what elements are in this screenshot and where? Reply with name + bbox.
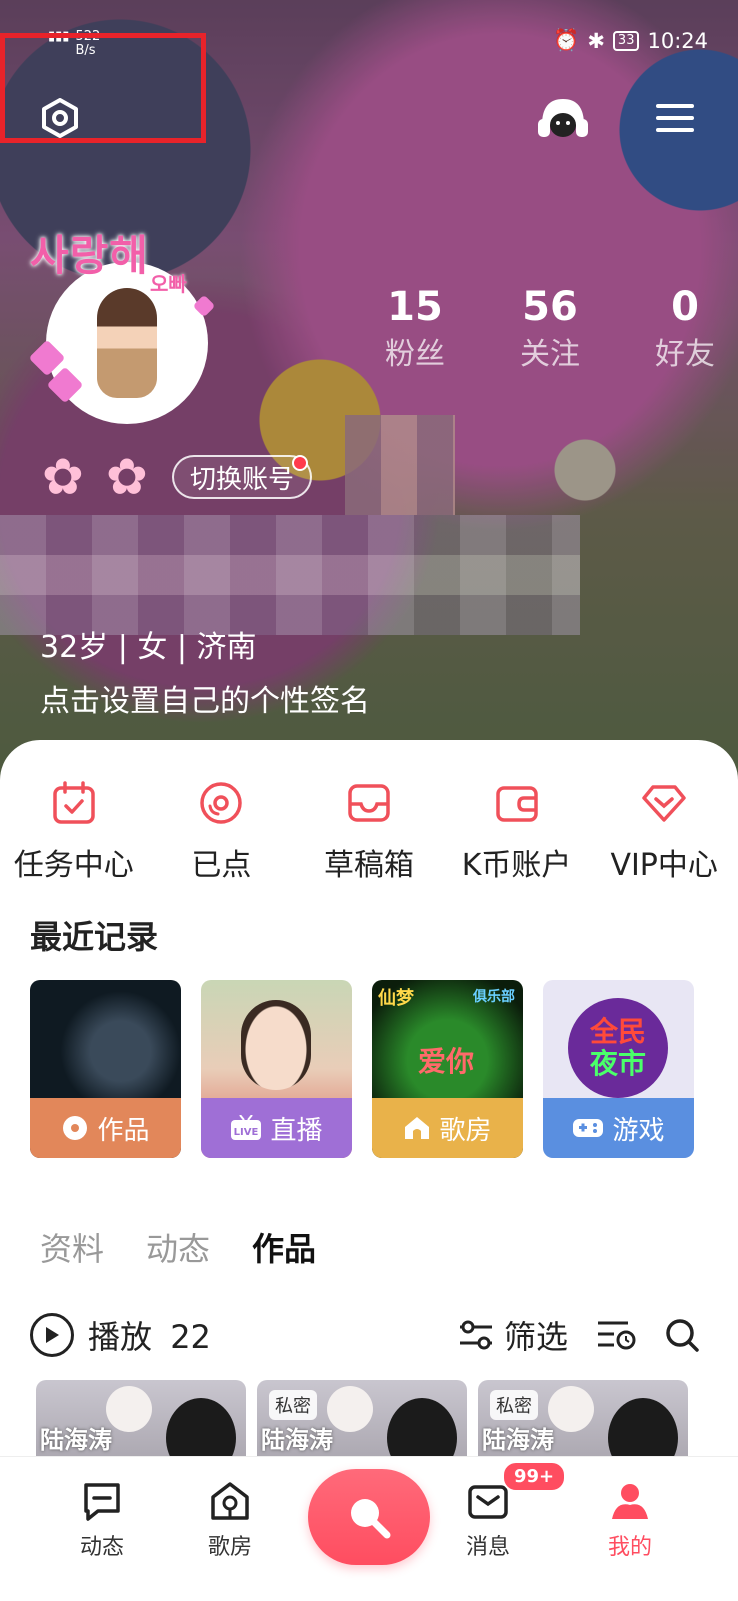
disc-icon <box>63 1116 88 1140</box>
status-bar-right: ⏰ ✱ 33 10:24 <box>553 28 708 53</box>
play-all-label[interactable]: 播放 22 <box>88 1312 211 1358</box>
nav-messages[interactable]: 消息 <box>466 1479 510 1561</box>
blurred-region <box>345 415 455 515</box>
notification-dot <box>292 455 308 471</box>
settings-icon[interactable] <box>40 98 80 138</box>
quick-task-center[interactable]: 任务中心 <box>4 780 144 884</box>
quick-played[interactable]: 已点 <box>151 780 291 884</box>
quick-vip-center[interactable]: VIP中心 <box>594 780 734 884</box>
inbox-icon <box>348 784 390 822</box>
quick-kcoin-account[interactable]: K币账户 <box>447 780 587 884</box>
search-icon[interactable] <box>664 1317 700 1353</box>
profile-tabs: 资料 动态 作品 <box>40 1224 316 1270</box>
menu-icon[interactable] <box>656 102 694 134</box>
sort-list-icon[interactable] <box>596 1318 636 1352</box>
battery-indicator: 33 <box>612 30 640 51</box>
card-title: 仙梦 <box>378 988 414 1009</box>
clock: 10:24 <box>647 28 708 53</box>
disc-icon <box>200 782 243 824</box>
recent-records-title: 最近记录 <box>30 918 159 956</box>
work-thumbnail-bird <box>106 1386 152 1432</box>
headphone-icon[interactable] <box>536 95 590 141</box>
profile-header-background: ▮▮▮ 522 B/s ⏰ ✱ 33 10:24 사랑해 오빠 15 粉丝 56… <box>0 0 738 790</box>
nav-ktv[interactable]: 歌房 <box>208 1479 252 1561</box>
stat-fans[interactable]: 15 粉丝 <box>385 285 445 373</box>
quick-drafts[interactable]: 草稿箱 <box>299 780 439 884</box>
message-count-badge: 99+ <box>502 1461 567 1492</box>
svg-text:LIVE: LIVE <box>234 1127 259 1138</box>
gamepad-icon <box>573 1119 604 1137</box>
recent-records: 作品 LIVE 直播 仙梦 俱乐部 爱你 歌房 全民 夜市 游戏 <box>30 980 710 1158</box>
quick-actions: 任务中心 已点 草稿箱 K币账户 VIP中心 <box>0 780 738 884</box>
recent-card-live[interactable]: LIVE 直播 <box>201 980 352 1158</box>
filter-icon <box>459 1320 492 1350</box>
settings-highlight-box <box>0 33 206 143</box>
message-square-icon <box>84 1483 120 1521</box>
record-mic-button[interactable] <box>308 1469 430 1565</box>
avatar-sticker-text: 사랑해 <box>30 231 149 280</box>
card-text: 爱你 <box>418 1045 475 1078</box>
wallet-icon <box>495 786 538 822</box>
play-icon <box>46 1327 59 1343</box>
signature-prompt[interactable]: 点击设置自己的个性签名 <box>40 676 370 720</box>
avatar-image <box>97 288 157 398</box>
sakura-icon: ✿ <box>106 448 148 506</box>
play-all-button[interactable] <box>30 1313 74 1357</box>
recent-card-game[interactable]: 全民 夜市 游戏 <box>543 980 694 1158</box>
house-icon <box>211 1482 249 1520</box>
live-thumbnail-face <box>241 1000 311 1090</box>
work-thumbnail-bird <box>548 1386 594 1432</box>
bluetooth-icon: ✱ <box>587 28 605 53</box>
alarm-icon: ⏰ <box>553 28 580 52</box>
profile-info: 32岁 | 女 | 济南 <box>40 630 257 665</box>
game-logo: 全民 夜市 <box>568 998 668 1098</box>
nav-me[interactable]: 我的 <box>608 1479 652 1561</box>
card-sub: 俱乐部 <box>473 989 515 1005</box>
sakura-icon: ✿ <box>42 448 84 506</box>
nav-feed[interactable]: 动态 <box>80 1479 124 1561</box>
tab-activity[interactable]: 动态 <box>146 1224 210 1270</box>
tab-works[interactable]: 作品 <box>252 1224 316 1270</box>
work-thumbnail-bird <box>327 1386 373 1432</box>
private-badge: 私密 <box>490 1390 538 1420</box>
recent-card-works[interactable]: 作品 <box>30 980 181 1158</box>
blurred-nickname <box>0 515 580 635</box>
switch-account-button[interactable]: 切换账号 <box>172 455 312 499</box>
bottom-nav: 动态 歌房 消息 99+ 我的 <box>0 1456 738 1601</box>
calendar-check-icon <box>53 781 95 824</box>
private-badge: 私密 <box>269 1390 317 1420</box>
profile-stats: 15 粉丝 56 关注 0 好友 <box>385 285 715 373</box>
diamond-icon <box>642 785 686 822</box>
microphone-icon <box>351 1499 391 1539</box>
stat-friends[interactable]: 0 好友 <box>655 285 715 373</box>
filter-button[interactable]: 筛选 <box>458 1312 568 1358</box>
profile-icon <box>612 1484 648 1519</box>
live-tv-icon: LIVE <box>231 1115 262 1140</box>
avatar-sticker-sub: 오빠 <box>150 272 187 296</box>
recent-card-ktv-room[interactable]: 仙梦 俱乐部 爱你 歌房 <box>372 980 523 1158</box>
stat-following[interactable]: 56 关注 <box>520 285 580 373</box>
tab-profile[interactable]: 资料 <box>40 1224 104 1270</box>
house-icon <box>405 1117 430 1139</box>
works-toolbar: 播放 22 筛选 <box>30 1312 700 1358</box>
